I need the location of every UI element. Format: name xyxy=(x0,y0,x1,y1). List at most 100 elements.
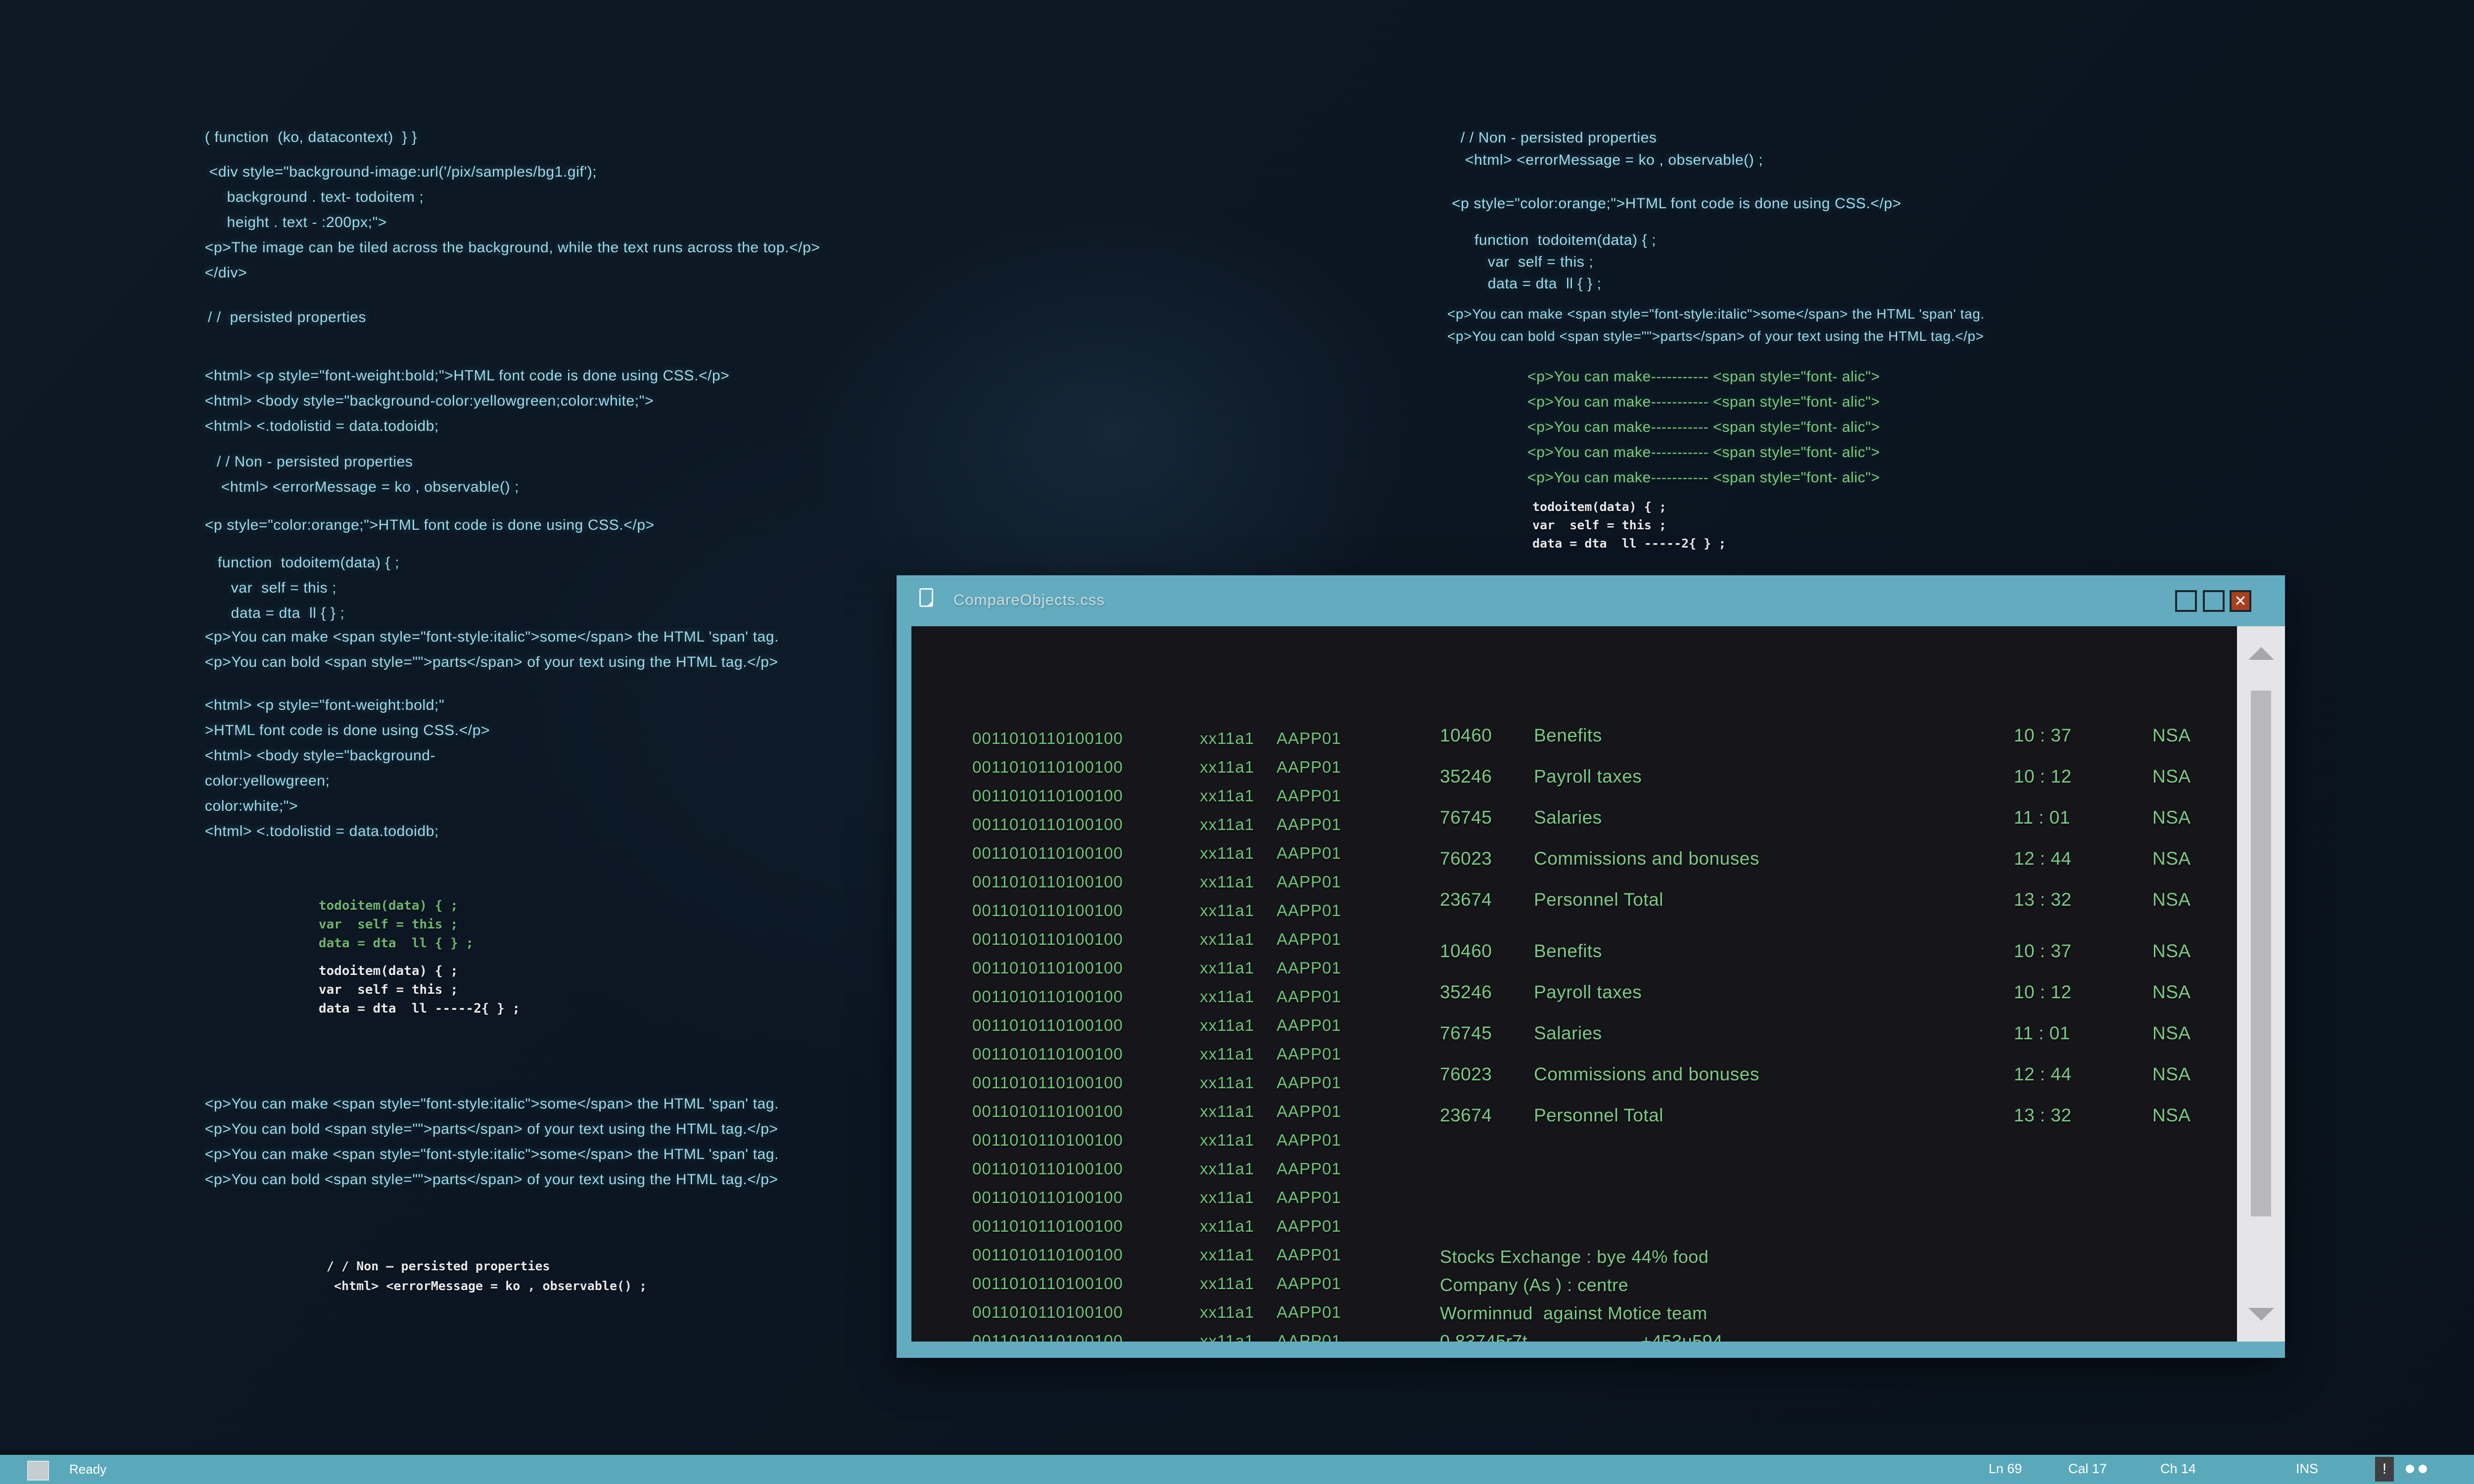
hex-value: xx11a1 xyxy=(1200,1159,1277,1188)
binary-value: 0011010110100100 xyxy=(972,1274,1200,1303)
code-line: <p>You can make <span style="font-style:… xyxy=(205,1091,779,1116)
binary-value: 0011010110100100 xyxy=(972,959,1200,987)
code-line: background . text- todoitem ; xyxy=(205,185,820,210)
close-button[interactable]: ✕ xyxy=(2230,590,2251,612)
code-line: <p style="color:orange;">HTML font code … xyxy=(205,512,655,538)
code-line: <html> <p style="font-weight:bold;" xyxy=(205,693,490,718)
binary-row: 0011010110100100 xx11a1 AAPP01 xyxy=(972,729,1341,758)
binary-row: 0011010110100100 xx11a1 AAPP01 xyxy=(972,844,1341,873)
tag-value: AAPP01 xyxy=(1277,729,1341,758)
ledger-row: 23674 Personnel Total 13 : 32 NSA xyxy=(1440,889,2237,930)
code-line: / / persisted properties xyxy=(208,305,366,330)
ledger-label: Salaries xyxy=(1534,1023,2014,1064)
tag-value: AAPP01 xyxy=(1277,1131,1341,1159)
window-content: 0011010110100100 xx11a1 AAPP01 001101011… xyxy=(911,626,2237,1342)
ledger-label: Personnel Total xyxy=(1534,1105,2014,1146)
binary-row: 0011010110100100 xx11a1 AAPP01 xyxy=(972,1102,1341,1131)
maximize-button[interactable] xyxy=(2203,590,2225,612)
code-block-todoitem: function todoitem(data) { ; var self = t… xyxy=(218,550,399,626)
tag-value: AAPP01 xyxy=(1277,844,1341,873)
ledger-tag: NSA xyxy=(2152,1105,2237,1146)
scroll-up-icon[interactable] xyxy=(2248,647,2274,660)
ledger-label: Payroll taxes xyxy=(1534,982,2014,1023)
binary-row: 0011010110100100 xx11a1 AAPP01 xyxy=(972,1159,1341,1188)
tag-value: AAPP01 xyxy=(1277,987,1341,1016)
ledger-row: 76745 Salaries 11 : 01 NSA xyxy=(1440,807,2237,848)
binary-row: 0011010110100100 xx11a1 AAPP01 xyxy=(972,1217,1341,1246)
hex-value: xx11a1 xyxy=(1200,729,1277,758)
code-line: <p>The image can be tiled across the bac… xyxy=(205,235,820,260)
ledger-row: 10460 Benefits 10 : 37 NSA xyxy=(1440,941,2237,982)
binary-value: 0011010110100100 xyxy=(972,787,1200,815)
code-line: todoitem(data) { ; xyxy=(1532,498,1726,516)
tag-value: AAPP01 xyxy=(1277,815,1341,844)
code-line: <html> <body style="background-color:yel… xyxy=(205,388,729,414)
binary-value: 0011010110100100 xyxy=(972,1016,1200,1045)
ledger-label: Payroll taxes xyxy=(1534,766,2014,807)
tag-value: AAPP01 xyxy=(1277,959,1341,987)
binary-value: 0011010110100100 xyxy=(972,815,1200,844)
tag-value: AAPP01 xyxy=(1277,873,1341,901)
code-line: <p>You can make----------- <span style="… xyxy=(1527,389,1880,415)
hex-value: xx11a1 xyxy=(1200,815,1277,844)
ledger-label: Benefits xyxy=(1534,941,2014,982)
code-line: / / Non – persisted properties xyxy=(327,1256,647,1276)
ledger-time: 10 : 12 xyxy=(2014,766,2152,807)
hex-value: xx11a1 xyxy=(1200,1303,1277,1332)
ledger-code: 76023 xyxy=(1440,1064,1534,1105)
hex-value: xx11a1 xyxy=(1200,930,1277,959)
ledger-code: 35246 xyxy=(1440,766,1534,807)
ledger-label: Benefits xyxy=(1534,725,2014,766)
code-block-right-nonpersisted: / / Non - persisted properties <html> <e… xyxy=(1461,127,1763,171)
binary-row: 0011010110100100 xx11a1 AAPP01 xyxy=(972,930,1341,959)
ledger-row: 35246 Payroll taxes 10 : 12 NSA xyxy=(1440,766,2237,807)
binary-row: 0011010110100100 xx11a1 AAPP01 xyxy=(972,1303,1341,1332)
stocks-line: 0.83745r7t --------------- +453u594 xyxy=(1440,1327,1723,1342)
code-line: <p>You can bold <span style="">parts</sp… xyxy=(1447,325,1985,347)
binary-value: 0011010110100100 xyxy=(972,987,1200,1016)
hex-value: xx11a1 xyxy=(1200,1274,1277,1303)
tag-value: AAPP01 xyxy=(1277,1274,1341,1303)
tag-value: AAPP01 xyxy=(1277,1073,1341,1102)
binary-row: 0011010110100100 xx11a1 AAPP01 xyxy=(972,1188,1341,1217)
hex-value: xx11a1 xyxy=(1200,1131,1277,1159)
code-line: <p style="color:orange;">HTML font code … xyxy=(1452,191,1902,216)
code-line: >HTML font code is done using CSS.</p> xyxy=(205,718,490,743)
ledger-time: 11 : 01 xyxy=(2014,807,2152,848)
status-square-icon xyxy=(27,1461,49,1481)
code-line: ( function (ko, datacontext) } } xyxy=(205,125,417,150)
scroll-down-icon[interactable] xyxy=(2248,1308,2274,1321)
code-line: <div style="background-image:url('/pix/s… xyxy=(205,159,820,185)
binary-row: 0011010110100100 xx11a1 AAPP01 xyxy=(972,1332,1341,1342)
ledger-block-1: 10460 Benefits 10 : 37 NSA 35246 Payroll… xyxy=(1440,725,2237,930)
binary-row: 0011010110100100 xx11a1 AAPP01 xyxy=(972,873,1341,901)
binary-row: 0011010110100100 xx11a1 AAPP01 xyxy=(972,1045,1341,1073)
code-line: height . text - :200px;"> xyxy=(205,210,820,235)
code-line: data = dta ll -----2{ } ; xyxy=(319,999,520,1018)
scrollbar[interactable] xyxy=(2237,626,2285,1342)
ledger-row: 10460 Benefits 10 : 37 NSA xyxy=(1440,725,2237,766)
ledger-code: 76023 xyxy=(1440,848,1534,889)
code-line: <p>You can make----------- <span style="… xyxy=(1527,465,1880,490)
binary-row: 0011010110100100 xx11a1 AAPP01 xyxy=(972,1073,1341,1102)
code-line: <html> <errorMessage = ko , observable()… xyxy=(217,474,519,500)
code-line: / / Non - persisted properties xyxy=(217,449,519,474)
minimize-button[interactable] xyxy=(2175,590,2197,612)
binary-value: 0011010110100100 xyxy=(972,1332,1200,1342)
ledger-tag: NSA xyxy=(2152,766,2237,807)
binary-list: 0011010110100100 xx11a1 AAPP01 001101011… xyxy=(972,729,1341,1342)
tag-value: AAPP01 xyxy=(1277,1045,1341,1073)
tag-value: AAPP01 xyxy=(1277,930,1341,959)
binary-row: 0011010110100100 xx11a1 AAPP01 xyxy=(972,1016,1341,1045)
code-line: var self = this ; xyxy=(218,575,399,601)
ledger-code: 76745 xyxy=(1440,1023,1534,1064)
window-titlebar[interactable]: CompareObjects.css ✕ xyxy=(897,575,2285,626)
binary-value: 0011010110100100 xyxy=(972,1188,1200,1217)
code-line: <html> <.todolistid = data.todoidb; xyxy=(205,819,490,844)
code-block-right-pair: <p>You can make <span style="font-style:… xyxy=(1447,303,1985,347)
desktop: { "code": { "a1": ["( function (ko, data… xyxy=(0,0,2474,1484)
scrollbar-thumb[interactable] xyxy=(2251,691,2271,1216)
tag-value: AAPP01 xyxy=(1277,1303,1341,1332)
binary-row: 0011010110100100 xx11a1 AAPP01 xyxy=(972,959,1341,987)
binary-value: 0011010110100100 xyxy=(972,1246,1200,1274)
